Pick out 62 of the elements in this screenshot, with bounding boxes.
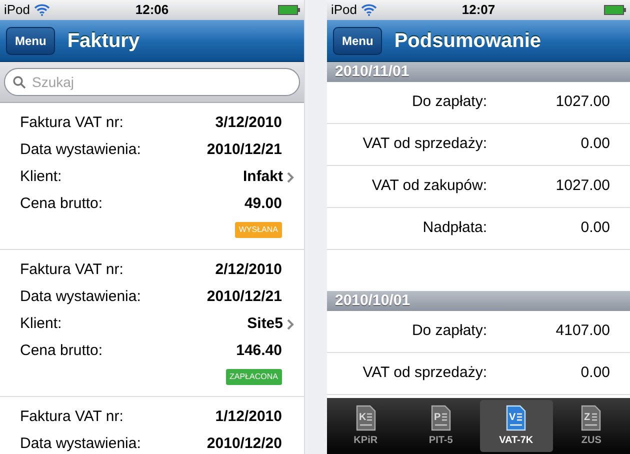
invoice-card[interactable]: Faktura VAT nr: 2/12/2010 Data wystawienia: 2010/12/21 Klient: Site5 Cena brutto: 146.40 ZAPŁACONA [0,250,304,397]
field-label: Data wystawienia: [20,287,141,308]
field-value: 1/12/2010 [215,407,282,428]
summary-label: Nadpłata: [422,218,487,238]
menu-button[interactable]: Menu [6,26,56,54]
carrier-label: iPod [4,1,30,20]
document-icon: P [430,404,451,430]
summary-value: 4107.00 [554,321,611,342]
wifi-icon [34,4,50,16]
field-label: Klient: [20,314,62,334]
field-label: Faktura VAT nr: [20,260,124,280]
document-icon: K [356,404,376,430]
screen-title: Podsumowanie [394,28,542,54]
status-badge: WYSŁANA [234,222,282,238]
field-label: Faktura VAT nr: [20,113,124,134]
tab[interactable]: Z ZUS [554,400,628,452]
summary-value: 0.00 [580,363,611,384]
field-value: 2/12/2010 [215,260,282,280]
field-label: Data wystawienia: [20,140,141,160]
field-value: 2010/12/21 [206,140,282,160]
field-label: Data wystawienia: [20,434,141,454]
section-header: 2010/10/01 [327,291,630,311]
chevron-icon [287,319,294,330]
tab[interactable]: V VAT-7K [480,400,553,452]
carrier-label: iPod [331,1,358,20]
invoice-card[interactable]: Faktura VAT nr: 1/12/2010 Data wystawienia: 2010/12/20 [0,397,304,454]
field-label: Faktura VAT nr: [20,407,124,428]
battery-icon [604,5,626,15]
summary-label: Do zapłaty: [410,92,487,112]
summary-label: Do zapłaty: [410,321,487,342]
tab[interactable]: P PIT-5 [404,400,478,452]
field-label: Cena brutto: [20,341,103,362]
tab[interactable]: K KPiR [329,400,402,452]
field-value: 3/12/2010 [215,113,282,134]
field-value: 49.00 [244,194,282,214]
battery-icon [278,5,300,15]
wifi-icon [361,4,378,16]
field-value: 2010/12/21 [206,287,282,308]
summary-value: 1027.00 [554,92,611,112]
time-label: 12:06 [135,1,169,20]
screen-title: Faktury [67,28,140,54]
field-label: Cena brutto: [20,194,103,214]
search-icon [13,76,26,88]
document-icon: Z [581,404,602,430]
status-badge: ZAPŁACONA [226,369,282,385]
chevron-icon [287,172,294,183]
section-header: 2010/11/01 [327,62,630,82]
summary-label: VAT od sprzedaży: [362,363,487,384]
field-label: Klient: [20,167,62,188]
field-value: Infakt [242,167,283,188]
summary-label: VAT od zakupów: [370,176,487,196]
summary-value: 1027.00 [554,176,611,196]
invoice-card[interactable]: Faktura VAT nr: 3/12/2010 Data wystawienia: 2010/12/21 Klient: Infakt Cena brutto: 49.00 WYSŁANA [0,103,304,250]
document-icon: V [506,404,526,430]
field-value: Site5 [247,314,283,334]
summary-value: 0.00 [580,134,611,154]
summary-value: 0.00 [580,218,611,238]
field-value: 2010/12/20 [206,434,282,454]
time-label: 12:07 [462,1,496,20]
field-value: 146.40 [236,341,282,362]
summary-label: VAT od sprzedaży: [362,134,487,154]
menu-button[interactable]: Menu [333,26,382,54]
